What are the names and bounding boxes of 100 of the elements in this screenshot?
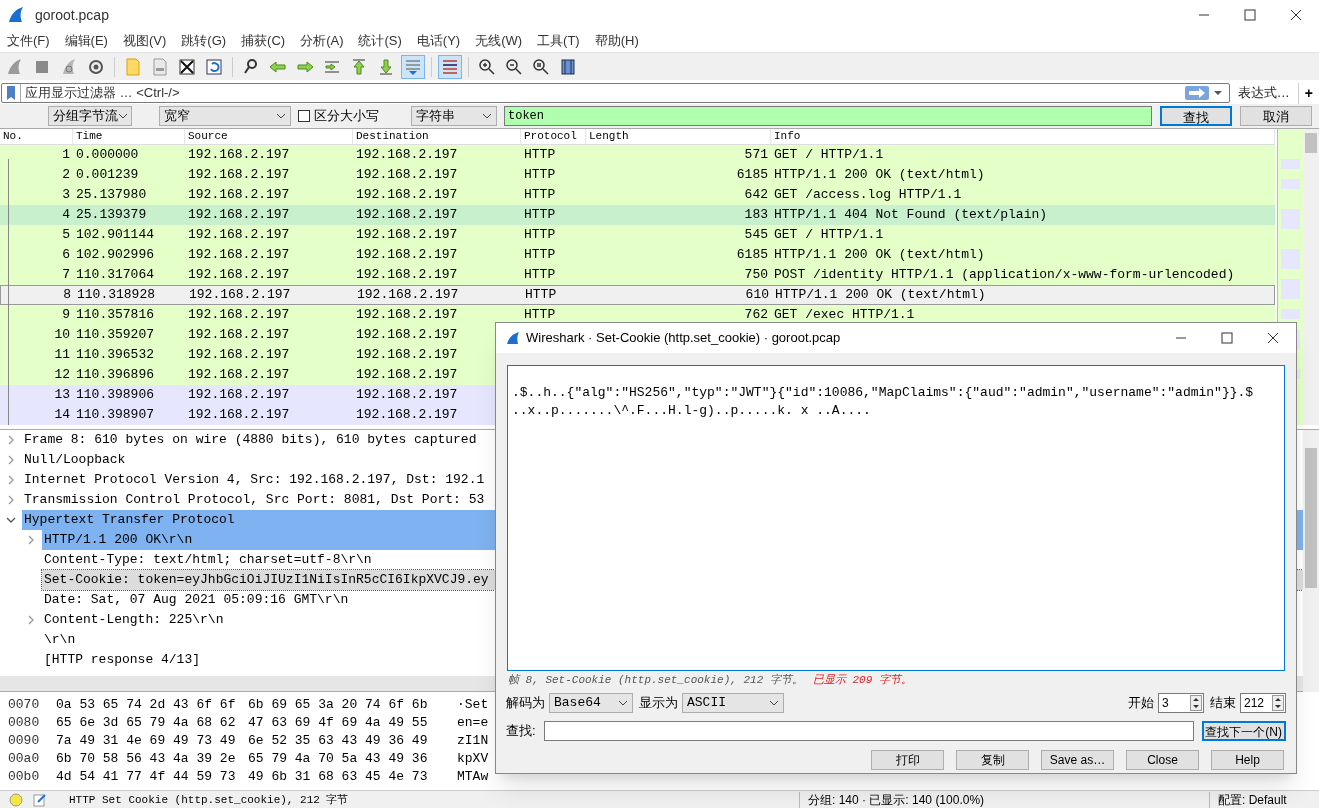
shown-info-text: 已显示 209 字节。 [812,674,912,687]
table-cell: 25.137980 [76,187,147,203]
table-cell: 192.168.2.197 [188,387,290,403]
table-cell: 110.396896 [76,367,154,383]
table-cell: 192.168.2.197 [356,187,458,203]
table-cell: 8 [63,287,71,303]
table-cell: 192.168.2.197 [188,407,290,423]
table-cell: 110.398907 [76,407,154,423]
hex-bytes: 65 6e 3d 65 79 4a 68 62 [55,714,237,733]
table-cell: 6185 [736,167,768,183]
hex-offset: 0070 [7,696,41,715]
field-label: 查找: [506,722,536,741]
table-cell: 192.168.2.197 [188,327,290,343]
status-text: HTTP Set Cookie (http.set_cookie), 212 字节 [69,792,349,808]
table-cell: GET / HTTP/1.1 [774,227,884,243]
table-cell: 6185 [736,247,768,263]
table-cell: HTTP [524,167,556,183]
table-cell: GET /access.log HTTP/1.1 [774,187,962,203]
table-cell: 102.901144 [76,227,154,243]
table-cell: 192.168.2.197 [356,307,458,323]
table-cell: 110.318928 [77,287,155,303]
table-cell: 0.000000 [76,147,139,163]
table-cell: 192.168.2.197 [188,267,290,283]
table-cell: 192.168.2.197 [356,247,458,263]
ascii-text: MTAw [457,768,489,787]
table-cell: HTTP [524,187,556,203]
table-cell: GET / HTTP/1.1 [774,147,884,163]
table-cell: 7 [62,267,70,283]
table-cell: HTTP [524,147,556,163]
hex-bytes: 7a 49 31 4e 69 49 73 49 [55,732,237,751]
table-cell: 110.396532 [76,347,154,363]
table-cell: 192.168.2.197 [356,327,458,343]
table-cell: 9 [62,307,70,323]
table-cell: 571 [744,147,768,163]
table-cell: 14 [54,407,70,423]
table-cell: 2 [62,167,70,183]
table-cell: 192.168.2.197 [356,207,458,223]
table-cell: 192.168.2.197 [356,167,458,183]
table-cell: 192.168.2.197 [356,367,458,383]
table-cell: HTTP [524,307,556,323]
hex-bytes: 6e 52 35 63 43 49 36 49 [248,732,429,751]
ascii-text: zI1N [457,732,489,751]
field-label: 开始 [1128,694,1154,713]
table-cell: 192.168.2.197 [188,167,290,183]
table-cell: 25.139379 [76,207,147,223]
table-cell: 12 [54,367,70,383]
table-cell: HTTP/1.1 404 Not Found (text/plain) [774,207,1048,223]
table-cell: 192.168.2.197 [188,187,290,203]
table-cell: 192.168.2.197 [356,227,458,243]
table-cell: 6 [62,247,70,263]
table-cell: 192.168.2.197 [356,347,458,363]
field-label: 解码为 [506,694,545,713]
table-cell: 192.168.2.197 [188,307,290,323]
table-cell: POST /identity HTTP/1.1 (application/x-www-form-urlencoded) [774,267,1235,283]
hex-bytes: 0a 53 65 74 2d 43 6f 6f [55,696,237,715]
hex-offset: 00b0 [7,768,41,787]
table-cell: 110.357816 [76,307,154,323]
table-cell: HTTP [524,247,556,263]
table-cell: 750 [744,267,768,283]
decoded-text: .$..h..{"alg":"HS256","typ":"JWT"}{"id":10086,"MapClaims":{"aud":"admin","username":"admin"}}.$ [512,384,1255,402]
ascii-text: kpXV [457,750,489,769]
info-text: 帧 8, Set-Cookie (http.set_cookie), 212 字节。 [508,674,803,687]
table-cell: 610 [745,287,769,303]
table-cell: 762 [744,307,768,323]
table-cell: HTTP/1.1 200 OK (text/html) [775,287,986,303]
hex-bytes: 65 79 4a 70 5a 43 49 36 [248,750,429,769]
hex-bytes: 47 63 69 4f 69 4a 49 55 [248,714,429,733]
hex-bytes: 4d 54 41 77 4f 44 59 73 [55,768,237,787]
table-cell: 192.168.2.197 [188,347,290,363]
table-cell: 192.168.2.197 [356,267,458,283]
table-cell: HTTP [524,227,556,243]
hex-bytes: 6b 69 65 3a 20 74 6f 6b [248,696,429,715]
hex-offset: 00a0 [7,750,41,769]
table-cell: 192.168.2.197 [357,287,459,303]
table-cell: HTTP [525,287,557,303]
field-label: 结束 [1210,694,1236,713]
table-cell: 192.168.2.197 [188,207,290,223]
table-cell: HTTP [524,207,556,223]
table-cell: 13 [54,387,70,403]
table-cell: 183 [744,207,768,223]
table-cell: 1 [62,147,70,163]
table-cell: 545 [744,227,768,243]
table-cell: 110.317064 [76,267,154,283]
table-cell: HTTP [524,267,556,283]
table-cell: 10 [54,327,70,343]
dialog-title: Wireshark · Set-Cookie (http.set_cookie) · goroot.pcap [526,329,841,348]
table-cell: HTTP/1.1 200 OK (text/html) [774,167,985,183]
hex-bytes: 49 6b 31 68 63 45 4e 73 [248,768,429,787]
decoded-text: ..x..p.......\^.F...H.l-g)..p.....k. x ..A.... [512,402,872,420]
table-cell: 102.902996 [76,247,154,263]
table-cell: 3 [62,187,70,203]
field-label: 显示为 [639,694,678,713]
table-cell: 642 [744,187,768,203]
table-cell: 110.359207 [76,327,154,343]
hex-offset: 0080 [7,714,41,733]
window-title: goroot.pcap [35,5,109,25]
table-cell: 192.168.2.197 [189,287,291,303]
table-cell: 11 [54,347,70,363]
hex-offset: 0090 [7,732,41,751]
table-cell: 192.168.2.197 [356,407,458,423]
